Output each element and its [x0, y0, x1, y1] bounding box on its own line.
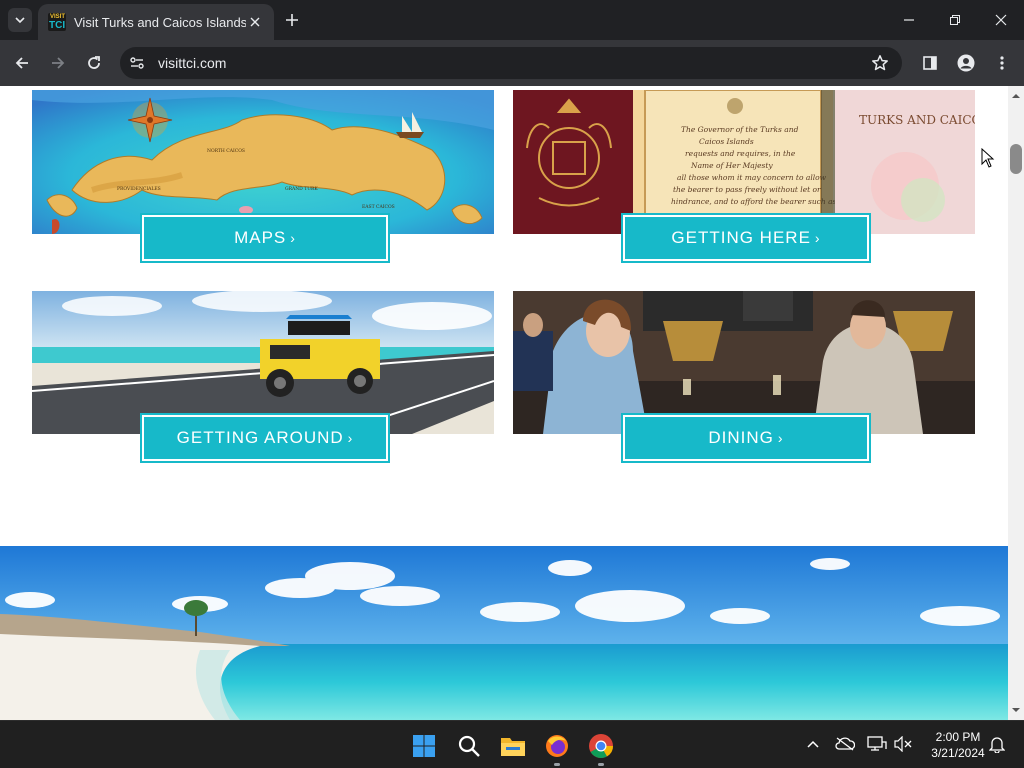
side-panel-icon [923, 56, 937, 70]
firefox-icon [546, 735, 568, 757]
scroll-down-icon[interactable] [1012, 706, 1020, 714]
bell-icon [989, 737, 1005, 753]
getting-around-button-label: GETTING AROUND [176, 428, 344, 447]
svg-text:EAST CAICOS: EAST CAICOS [362, 204, 395, 210]
chevron-right-icon: › [814, 230, 821, 246]
plus-icon [286, 14, 298, 26]
svg-text:The Governor of the Turks and: The Governor of the Turks and [681, 125, 799, 134]
folder-icon [501, 738, 525, 756]
network-tray[interactable] [866, 733, 888, 755]
svg-text:requests and requires, in the: requests and requires, in the [685, 149, 796, 158]
getting-around-button[interactable]: GETTING AROUND › [140, 413, 390, 463]
svg-text:the bearer to pass freely with: the bearer to pass freely without let or [673, 185, 821, 194]
reload-icon [88, 56, 100, 69]
speaker-muted-icon [894, 736, 912, 752]
getting-around-image [32, 291, 494, 434]
start-button[interactable] [407, 729, 441, 763]
svg-text:all those whom it may concern: all those whom it may concern to allow [677, 173, 827, 182]
volume-tray[interactable] [892, 733, 914, 755]
dining-button-label: DINING [708, 428, 774, 447]
chrome-icon [589, 734, 613, 759]
chevron-right-icon: › [777, 430, 784, 446]
url-text[interactable]: visittci.com [158, 55, 866, 71]
chevron-right-icon: › [347, 430, 354, 446]
chevron-down-icon [15, 17, 25, 24]
restore-icon [950, 15, 960, 25]
chevron-right-icon: › [290, 230, 296, 246]
forward-button[interactable] [46, 51, 70, 75]
getting-here-button-label: GETTING HERE [671, 228, 811, 247]
chevron-up-icon [807, 740, 819, 748]
site-settings-icon[interactable] [124, 50, 150, 76]
running-indicator [598, 763, 604, 766]
maps-image: NORTH CAICOS PROVIDENCIALES EAST CAICOS … [32, 90, 494, 234]
minimize-button[interactable] [886, 0, 932, 40]
browser-tab[interactable]: VISIT TCI Visit Turks and Caicos Islands [38, 4, 274, 40]
browser-toolbar: visittci.com [0, 40, 1024, 86]
maps-button[interactable]: MAPS › [140, 213, 390, 263]
notifications-button[interactable] [986, 733, 1008, 755]
back-button[interactable] [10, 51, 34, 75]
file-explorer-button[interactable] [496, 729, 530, 763]
svg-text:TURKS AND CAICOS: TURKS AND CAICOS [859, 113, 975, 127]
tab-strip: VISIT TCI Visit Turks and Caicos Islands [0, 0, 1024, 40]
onedrive-tray[interactable] [834, 733, 856, 755]
close-window-button[interactable] [978, 0, 1024, 40]
firefox-button[interactable] [540, 729, 574, 766]
site-favicon: VISIT TCI [48, 13, 66, 31]
svg-text:NORTH CAICOS: NORTH CAICOS [207, 148, 245, 154]
search-button[interactable] [452, 729, 486, 763]
menu-button[interactable] [990, 51, 1014, 75]
getting-here-button[interactable]: GETTING HERE › [621, 213, 871, 263]
minimize-icon [904, 19, 914, 21]
close-tab-icon[interactable] [246, 13, 264, 31]
dining-image [513, 291, 975, 434]
reload-button[interactable] [82, 51, 106, 75]
svg-text:GRAND TURK: GRAND TURK [285, 186, 318, 192]
svg-text:Caicos Islands: Caicos Islands [699, 137, 754, 146]
maps-button-label: MAPS [234, 228, 287, 247]
bookmark-star-icon[interactable] [866, 49, 894, 77]
mouse-cursor-icon [981, 148, 995, 168]
search-icon [458, 735, 480, 757]
close-icon [995, 14, 1007, 26]
new-tab-button[interactable] [282, 10, 302, 30]
getting-here-image: The Governor of the Turks and Caicos Isl… [513, 90, 975, 234]
running-indicator [554, 763, 560, 766]
tab-title: Visit Turks and Caicos Islands [74, 14, 246, 30]
tab-search-button[interactable] [8, 8, 32, 32]
network-icon [867, 736, 887, 751]
profile-icon [957, 54, 975, 72]
svg-text:PROVIDENCIALES: PROVIDENCIALES [117, 186, 161, 192]
scrollbar-thumb[interactable] [1010, 144, 1022, 174]
cloud-off-icon [835, 737, 855, 751]
profile-button[interactable] [954, 51, 978, 75]
beach-banner-image [0, 546, 1008, 720]
scroll-up-icon[interactable] [1012, 92, 1020, 100]
svg-text:Name of Her Majesty: Name of Her Majesty [690, 161, 773, 170]
restore-button[interactable] [932, 0, 978, 40]
page-viewport: NORTH CAICOS PROVIDENCIALES EAST CAICOS … [0, 86, 1008, 720]
arrow-left-icon [15, 57, 28, 69]
page-scrollbar[interactable] [1008, 86, 1024, 720]
windows-taskbar: 2:00 PM 3/21/2024 [0, 720, 1024, 768]
dining-button[interactable]: DINING › [621, 413, 871, 463]
side-panel-button[interactable] [918, 51, 942, 75]
windows-logo-icon [413, 735, 435, 757]
chrome-button[interactable] [584, 729, 618, 766]
kebab-menu-icon [1000, 56, 1004, 70]
arrow-right-icon [52, 57, 65, 69]
show-hidden-icons-button[interactable] [802, 733, 824, 755]
address-bar[interactable]: visittci.com [120, 47, 902, 79]
